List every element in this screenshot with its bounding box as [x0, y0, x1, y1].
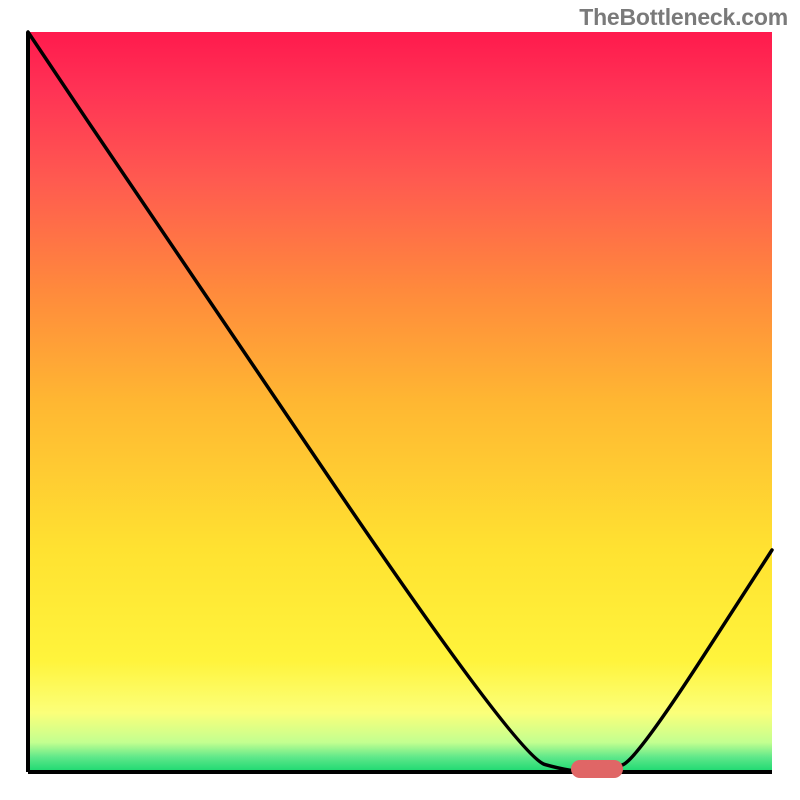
axes-frame — [0, 0, 800, 800]
chart-container: TheBottleneck.com — [0, 0, 800, 800]
optimal-range-marker — [571, 760, 623, 778]
